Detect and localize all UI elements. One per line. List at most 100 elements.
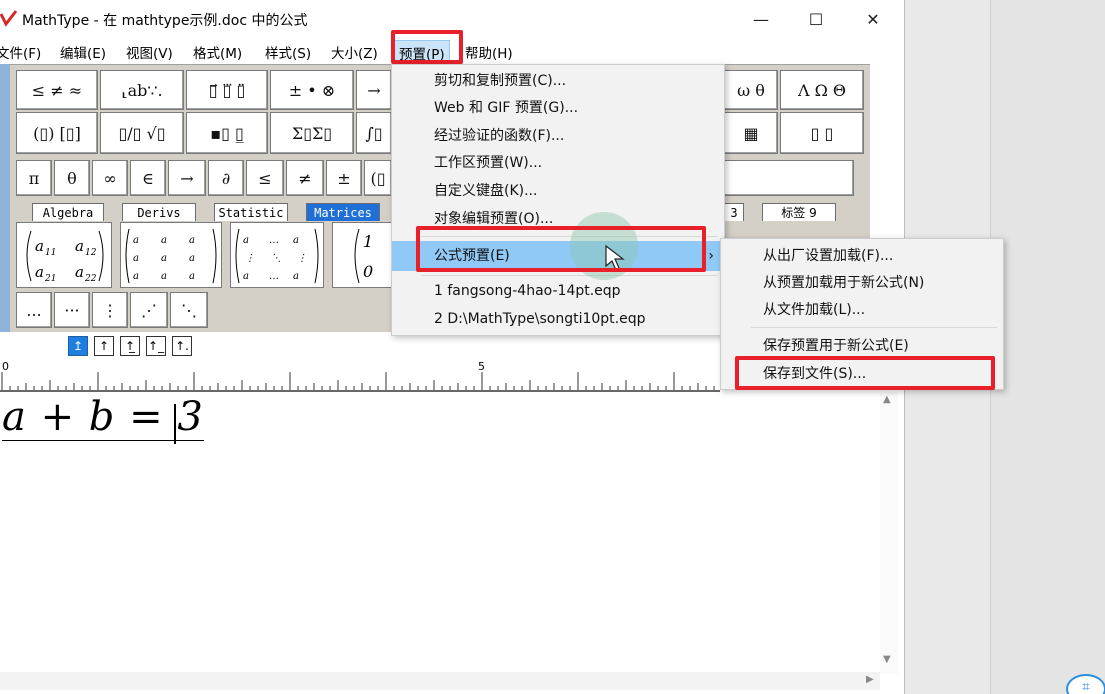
align-baseline-button[interactable]: ↑_ — [146, 336, 166, 356]
centered-ellipsis-button[interactable]: ··· — [54, 292, 90, 328]
menu-item-customize-keyboard[interactable]: 自定义键盘(K)... — [392, 178, 724, 204]
theta-symbol-button[interactable]: θ — [54, 160, 90, 196]
embellishments-palette-button[interactable]: ▯⃗ ▯⃛ ▯̈ — [186, 70, 268, 110]
svg-text:22: 22 — [84, 274, 97, 284]
svg-text:a: a — [243, 235, 249, 246]
partial-symbol-button[interactable]: ∂ — [208, 160, 244, 196]
svg-text:1: 1 — [363, 232, 373, 251]
fences-palette-button[interactable]: (▯) [▯] — [16, 112, 98, 154]
svg-text:a: a — [189, 235, 195, 246]
menu-style[interactable]: 样式(S) — [265, 42, 311, 62]
menu-item-equation-preferences[interactable]: 公式预置(E) › — [392, 241, 724, 271]
diagonal-up-ellipsis-button[interactable]: ⋰ — [130, 292, 168, 328]
operators-palette-button[interactable]: ± • ⊗ — [270, 70, 354, 110]
svg-text:a: a — [133, 271, 139, 282]
scroll-right-icon[interactable]: ▶ — [866, 674, 874, 685]
close-button[interactable]: ✕ — [850, 0, 896, 38]
right-arrow-symbol-button[interactable]: → — [168, 160, 206, 196]
matrix-3x3-button[interactable]: aaa aaa aaa — [120, 222, 222, 288]
summations-palette-button[interactable]: Σ▯Σ▯ — [270, 112, 354, 154]
matrix-mxn-button[interactable]: a … a ⋮ ⋱ ⋮ a … a — [230, 222, 324, 288]
matrix-column-button[interactable]: 1 0 — [332, 222, 392, 288]
tab-8[interactable]: 3 — [724, 203, 744, 221]
preset-dropdown-menu: 剪切和复制预置(C)... Web 和 GIF 预置(G)... 经过验证的函数… — [391, 64, 725, 336]
menu-item-object-edit-preferences[interactable]: 对象编辑预置(O)... — [392, 206, 724, 232]
svg-text:a: a — [293, 271, 299, 282]
menu-help[interactable]: 帮助(H) — [465, 42, 513, 62]
ellipsis-button[interactable]: ... — [16, 292, 52, 328]
infinity-symbol-button[interactable]: ∞ — [92, 160, 128, 196]
menu-item-cut-copy-preferences[interactable]: 剪切和复制预置(C)... — [392, 68, 724, 94]
equation-editor-area[interactable]: a + b = 3 — [0, 392, 880, 672]
parentheses-template-button[interactable]: (▯ — [364, 160, 392, 196]
svg-text:a: a — [35, 263, 44, 281]
tab-algebra[interactable]: Algebra — [32, 203, 104, 221]
menu-item-recognized-functions[interactable]: 经过验证的函数(F)... — [392, 123, 724, 149]
ruler-ticks — [1, 372, 715, 390]
matrices-palette-button[interactable]: ▦ — [724, 112, 778, 154]
menu-edit[interactable]: 编辑(E) — [60, 42, 106, 62]
scroll-up-icon[interactable]: ▲ — [883, 394, 891, 405]
expand-icon[interactable]: ⌗ — [1066, 674, 1105, 694]
tab-statistics[interactable]: Statistic — [214, 203, 288, 221]
spaces-ellipses-palette-button[interactable]: ⸤ab∵. — [100, 70, 184, 110]
fractions-radicals-palette-button[interactable]: ▯/▯ √▯ — [100, 112, 184, 154]
scroll-down-icon[interactable]: ▼ — [883, 654, 891, 665]
tab-matrices[interactable]: Matrices — [306, 203, 380, 221]
submenu-item-load-from-new-equation-prefs[interactable]: 从预置加载用于新公式(N) — [721, 270, 1003, 296]
svg-text:a: a — [293, 235, 299, 246]
plus-minus-symbol-button[interactable]: ± — [326, 160, 362, 196]
align-up-button[interactable]: ↑ — [94, 336, 114, 356]
vertical-scrollbar[interactable]: ▲ ▼ — [880, 392, 898, 674]
svg-text:…: … — [269, 235, 279, 246]
subscripts-palette-button[interactable]: ▪▯ ▯̲ — [186, 112, 268, 154]
vertical-ellipsis-button[interactable]: ⋮ — [92, 292, 128, 328]
text-cursor — [174, 404, 176, 444]
pi-symbol-button[interactable]: π — [16, 160, 52, 196]
boxes-palette-button[interactable]: ▯ ▯ — [780, 112, 864, 154]
maximize-icon: ☐ — [808, 9, 824, 29]
less-equal-symbol-button[interactable]: ≤ — [246, 160, 284, 196]
integrals-palette-button[interactable]: ∫▯ — [356, 112, 392, 154]
menu-item-recent-file-1[interactable]: 1 fangsong-4hao-14pt.eqp — [392, 278, 724, 304]
align-dot-button[interactable]: ↑. — [172, 336, 192, 356]
menu-item-web-gif-preferences[interactable]: Web 和 GIF 预置(G)... — [392, 95, 724, 121]
greek-upper-palette-button[interactable]: Λ Ω Θ — [780, 70, 864, 110]
submenu-item-load-factory-settings[interactable]: 从出厂设置加载(F)... — [721, 243, 1003, 269]
submenu-item-save-to-file[interactable]: 保存到文件(S)... — [721, 361, 1003, 387]
svg-text:a: a — [189, 271, 195, 282]
greek-lower-palette-button[interactable]: ω θ — [724, 70, 778, 110]
svg-text:a: a — [243, 271, 249, 282]
menu-item-workspace-preferences[interactable]: 工作区预置(W)... — [392, 150, 724, 176]
window-title: MathType - 在 mathtype示例.doc 中的公式 — [22, 13, 308, 29]
svg-text:⋮: ⋮ — [245, 253, 255, 264]
maximize-button[interactable]: ☐ — [793, 0, 839, 38]
tab-9[interactable]: 标签 9 — [762, 203, 836, 221]
menu-file[interactable]: 文件(F) — [0, 42, 41, 62]
menu-separator — [422, 275, 718, 276]
svg-text:a: a — [161, 253, 167, 264]
svg-text:a: a — [35, 237, 44, 255]
minimize-button[interactable]: — — [738, 0, 784, 38]
ruler[interactable]: 0 5 — [0, 358, 720, 392]
menu-preset[interactable]: 预置(P) — [394, 40, 450, 66]
align-up-line-button[interactable]: ↑̲ — [120, 336, 140, 356]
arrows-palette-button[interactable]: → — [356, 70, 392, 110]
menu-view[interactable]: 视图(V) — [126, 42, 173, 62]
menu-format[interactable]: 格式(M) — [193, 42, 242, 62]
horizontal-scrollbar[interactable]: ▶ — [0, 672, 880, 690]
svg-text:21: 21 — [44, 274, 56, 284]
element-of-symbol-button[interactable]: ∈ — [130, 160, 166, 196]
tab-derivs[interactable]: Derivs — [122, 203, 196, 221]
svg-text:⋱: ⋱ — [271, 253, 281, 264]
mouse-pointer-icon — [605, 244, 625, 271]
submenu-item-save-as-new-equation-prefs[interactable]: 保存预置用于新公式(E) — [721, 333, 1003, 359]
matrix-2x2-button[interactable]: a 11 a 12 a 21 a 22 — [16, 222, 112, 288]
align-top-button[interactable]: ↥ — [68, 336, 88, 356]
submenu-item-load-from-file[interactable]: 从文件加载(L)... — [721, 297, 1003, 323]
menu-item-recent-file-2[interactable]: 2 D:\MathType\songti10pt.eqp — [392, 306, 724, 332]
menu-size[interactable]: 大小(Z) — [331, 42, 378, 62]
diagonal-down-ellipsis-button[interactable]: ⋱ — [170, 292, 208, 328]
not-equal-symbol-button[interactable]: ≠ — [286, 160, 324, 196]
relations-palette-button[interactable]: ≤ ≠ ≈ — [16, 70, 98, 110]
